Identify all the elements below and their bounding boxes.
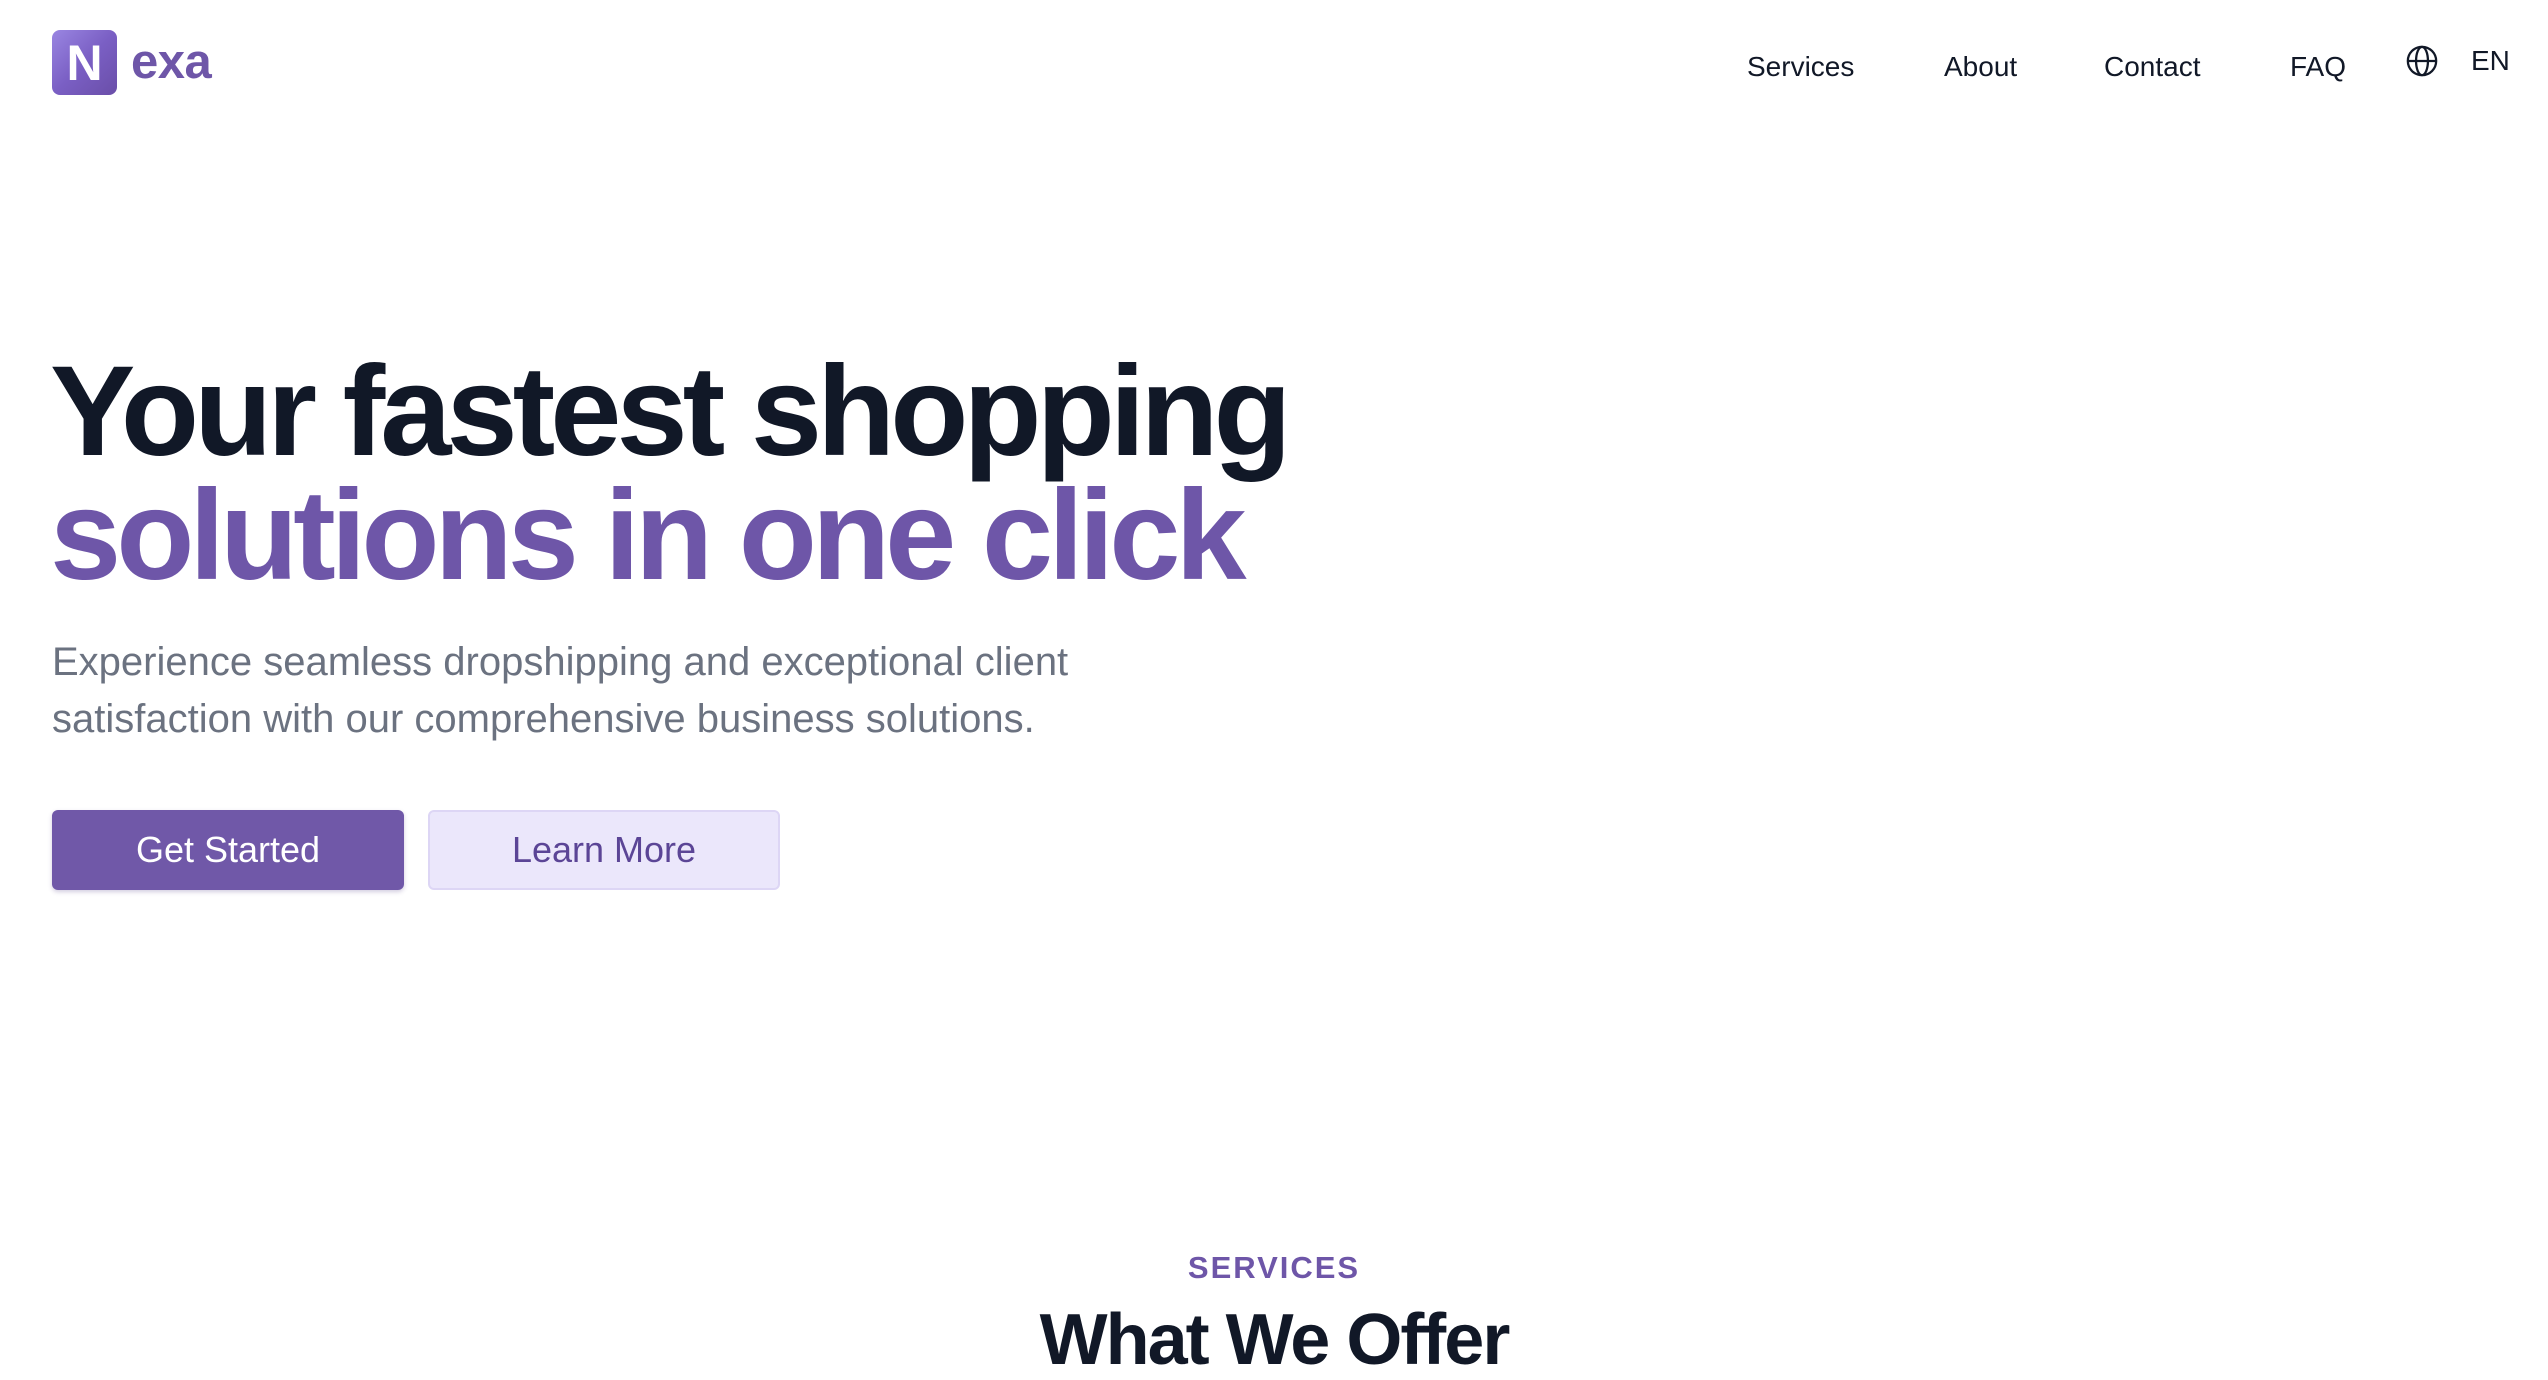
get-started-button[interactable]: Get Started — [52, 810, 404, 890]
hero-subtitle: Experience seamless dropshipping and exc… — [52, 640, 1069, 741]
main-nav: Services About Contact FAQ — [0, 50, 2548, 90]
nav-link-about[interactable]: About — [1944, 50, 2017, 84]
site-header: N exa Services About Contact FAQ EN — [0, 0, 2548, 130]
language-switcher[interactable]: EN — [2405, 44, 2510, 78]
hero-title-line2: solutions in one click — [50, 464, 1247, 607]
services-eyebrow: SERVICES — [1187, 1250, 1361, 1285]
learn-more-button[interactable]: Learn More — [428, 810, 780, 890]
nav-link-services[interactable]: Services — [1747, 50, 1854, 84]
nav-link-faq[interactable]: FAQ — [2290, 50, 2346, 84]
hero-title: Your fastest shopping solutions in one c… — [50, 340, 1292, 607]
hero-title-line1: Your fastest shopping — [50, 340, 1292, 483]
language-label: EN — [2471, 45, 2510, 76]
services-title: What We Offer — [1039, 1300, 1511, 1380]
nav-link-contact[interactable]: Contact — [2104, 50, 2201, 84]
globe-icon — [2406, 45, 2438, 77]
